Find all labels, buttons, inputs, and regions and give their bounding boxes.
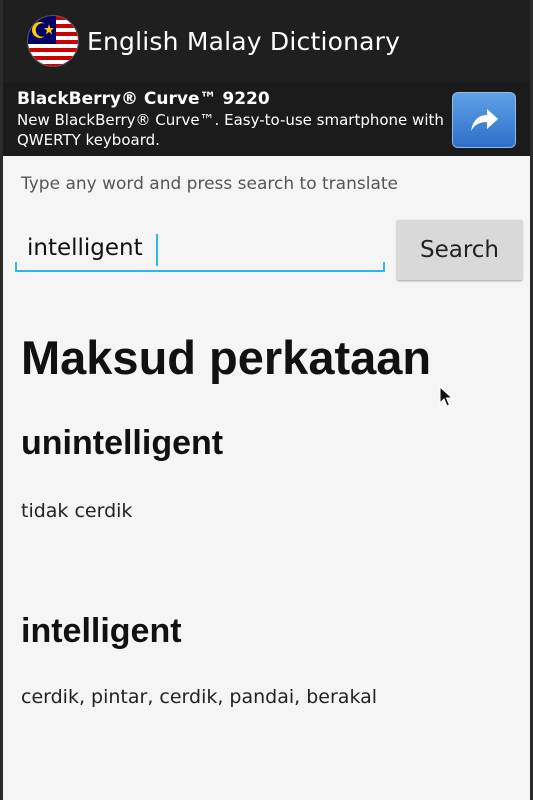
input-edge-right <box>383 262 385 272</box>
input-edge-left <box>15 262 17 272</box>
share-arrow-icon <box>471 109 498 131</box>
app-window: English Malay Dictionary BlackBerry® Cur… <box>0 0 533 800</box>
malaysia-flag-icon[interactable] <box>27 15 79 67</box>
ad-share-button[interactable] <box>452 92 516 148</box>
text-caret <box>156 234 158 266</box>
search-hint: Type any word and press search to transl… <box>21 174 398 194</box>
action-bar: English Malay Dictionary <box>3 0 530 82</box>
ad-description: New BlackBerry® Curve™. Easy-to-use smar… <box>17 111 444 149</box>
ad-banner[interactable]: BlackBerry® Curve™ 9220 New BlackBerry® … <box>3 82 530 156</box>
results-heading: Maksud perkataan <box>21 331 432 384</box>
result-word: intelligent <box>21 612 182 650</box>
search-input[interactable] <box>15 226 385 272</box>
result-meaning: tidak cerdik <box>21 500 133 522</box>
mouse-pointer-icon <box>439 386 453 407</box>
result-word: unintelligent <box>21 424 224 462</box>
search-button[interactable]: Search <box>397 220 522 280</box>
result-meaning: cerdik, pintar, cerdik, pandai, berakal <box>21 686 378 708</box>
app-title: English Malay Dictionary <box>87 26 401 56</box>
